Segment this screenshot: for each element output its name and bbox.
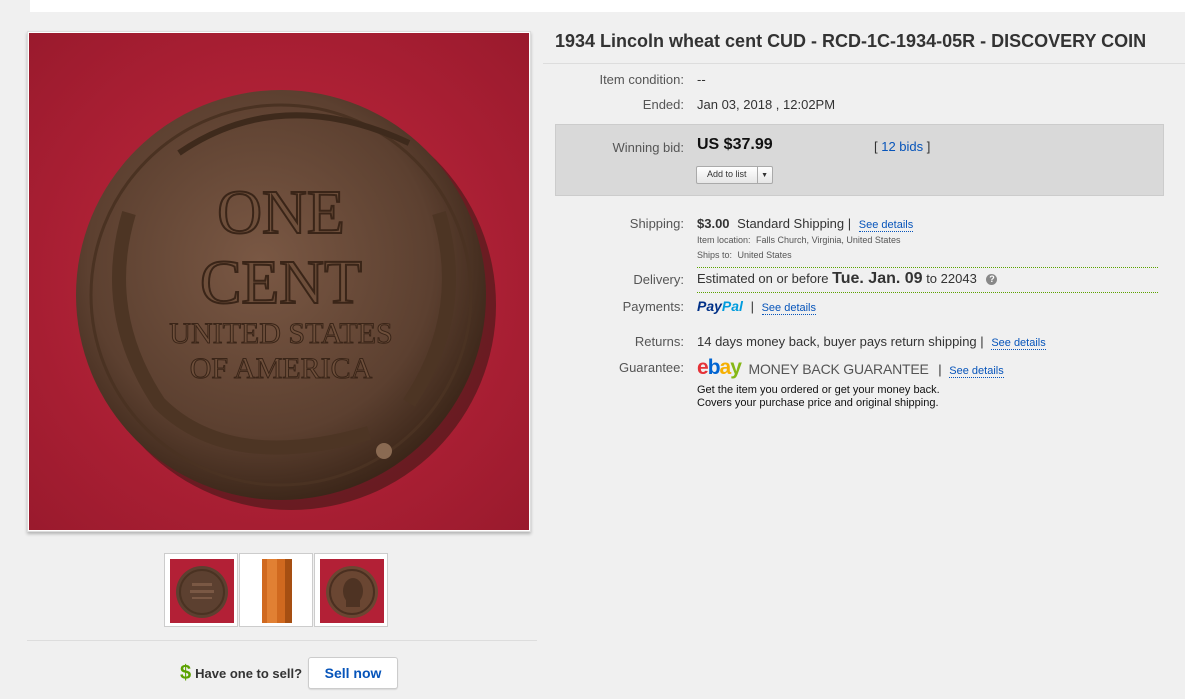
add-to-list-label: Add to list (707, 169, 747, 179)
coin-edge-thumbnail-icon (245, 559, 309, 623)
ebay-logo-e: e (697, 356, 709, 379)
winning-bid-price: US $37.99 (697, 136, 773, 153)
coin-obverse-thumbnail-icon (320, 559, 384, 623)
guarantee-line-2: Covers your purchase price and original … (697, 397, 939, 409)
paypal-logo-icon: PayPal (697, 298, 743, 314)
item-location-label: Item location: (697, 235, 751, 245)
returns-separator: | (980, 334, 984, 349)
sell-row: $ Have one to sell? Sell now (180, 657, 399, 689)
condition-label: Item condition: (599, 72, 684, 87)
gallery-divider (27, 640, 537, 641)
guarantee-separator: | (938, 362, 942, 377)
ended-label: Ended: (642, 97, 684, 112)
paypal-logo-part2: Pal (721, 298, 743, 314)
thumbnail-3[interactable] (314, 553, 388, 627)
ships-to-label: Ships to: (697, 250, 733, 260)
ships-to-value: United States (737, 250, 792, 260)
delivery-rule-bottom (697, 292, 1158, 293)
delivery-to: to (926, 271, 938, 286)
returns-text: 14 days money back, buyer pays return sh… (697, 334, 977, 349)
coin-reverse-photo-icon: ONE CENT UNITED STATES OF AMERICA (29, 33, 529, 530)
guarantee-line-1: Get the item you ordered or get your mon… (697, 384, 940, 396)
item-location: Item location: Falls Church, Virginia, U… (697, 235, 900, 245)
thumbnail-2[interactable] (239, 553, 313, 627)
ebay-logo-b: b (707, 356, 721, 379)
shipping-label: Shipping: (629, 216, 684, 231)
main-image[interactable]: ONE CENT UNITED STATES OF AMERICA (27, 31, 531, 532)
svg-text:UNITED STATES: UNITED STATES (169, 317, 392, 350)
coin-reverse-thumbnail-icon (170, 559, 234, 623)
svg-text:OF AMERICA: OF AMERICA (190, 352, 373, 385)
shipping-cost: $3.00 (697, 216, 730, 231)
chevron-down-icon[interactable]: ▼ (756, 167, 772, 183)
dollar-icon: $ (180, 661, 192, 684)
payments-see-details-link[interactable]: See details (761, 302, 817, 315)
bid-box (555, 124, 1164, 196)
returns-value: 14 days money back, buyer pays return sh… (697, 334, 1046, 350)
ebay-logo-a: a (719, 356, 732, 379)
payments-label: Payments: (622, 299, 684, 314)
condition-value: -- (697, 72, 706, 87)
winning-bid-label: Winning bid: (612, 140, 684, 155)
payments-separator: | (750, 299, 754, 314)
delivery-label: Delivery: (633, 272, 684, 287)
item-location-value: Falls Church, Virginia, United States (756, 235, 901, 245)
shipping-value: $3.00 Standard Shipping | See details (697, 216, 914, 232)
ended-value: Jan 03, 2018 , 12:02PM (697, 97, 836, 112)
returns-label: Returns: (634, 334, 684, 349)
sell-question: Have one to sell? (195, 665, 303, 681)
svg-text:ONE: ONE (217, 179, 344, 247)
delivery-value: Estimated on or before Tue. Jan. 09 to 2… (697, 270, 998, 288)
help-icon[interactable]: ? (986, 274, 998, 286)
thumbnail-1[interactable] (164, 553, 238, 627)
guarantee-see-details-link[interactable]: See details (949, 365, 1004, 378)
delivery-prefix: Estimated on or before (697, 271, 829, 286)
sell-now-button[interactable]: Sell now (308, 657, 399, 689)
ships-to: Ships to: United States (697, 250, 792, 260)
ebay-logo-icon: ebay (697, 356, 742, 379)
guarantee-value: ebay MONEY BACK GUARANTEE | See details (697, 356, 1004, 380)
delivery-zip: 22043 (940, 271, 977, 286)
add-to-list-button[interactable]: Add to list ▼ (696, 166, 773, 184)
returns-see-details-link[interactable]: See details (991, 337, 1046, 350)
delivery-date: Tue. Jan. 09 (832, 270, 923, 287)
bid-count-close: ] (923, 139, 931, 154)
guarantee-label: Guarantee: (618, 360, 684, 375)
item-title: 1934 Lincoln wheat cent CUD - RCD-1C-193… (555, 31, 1147, 51)
shipping-separator: | (847, 216, 852, 231)
payments-value: PayPal | See details (697, 298, 817, 315)
shipping-service: Standard Shipping (737, 216, 845, 231)
paypal-logo-part1: Pay (697, 298, 722, 314)
svg-text:CENT: CENT (200, 249, 362, 317)
delivery-rule-top (697, 267, 1158, 268)
bid-count-link[interactable]: 12 bids (881, 139, 923, 154)
title-divider (543, 63, 1185, 64)
shipping-see-details-link[interactable]: See details (858, 219, 914, 232)
money-back-guarantee-text: MONEY BACK GUARANTEE (748, 361, 929, 377)
top-strip (30, 0, 1185, 12)
bid-count: [ 12 bids ] (874, 139, 930, 154)
ebay-logo-y: y (730, 356, 742, 379)
